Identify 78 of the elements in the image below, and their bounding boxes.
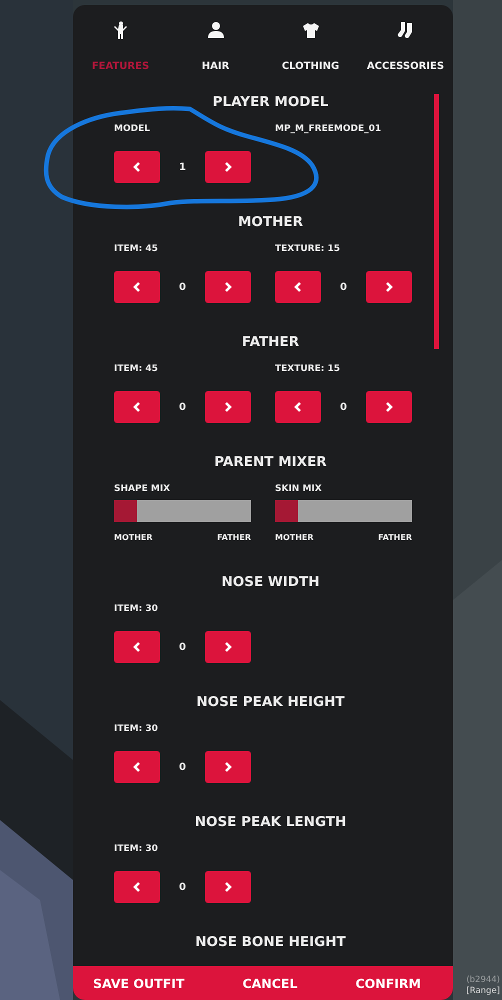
tab[interactable]: HAIR	[168, 21, 263, 72]
chevron-left-icon	[132, 762, 142, 772]
value-text: 0	[339, 402, 348, 412]
footer-button[interactable]: CONFIRM	[355, 976, 421, 990]
section-title: PARENT MIXER	[213, 453, 328, 472]
field-label: ITEM: 45	[114, 243, 159, 256]
next-button[interactable]	[205, 151, 251, 183]
value-text: 0	[178, 282, 187, 292]
chevron-left-icon	[132, 882, 142, 892]
value-text: 0	[178, 882, 187, 892]
chevron-right-icon	[223, 282, 233, 292]
next-button[interactable]	[366, 271, 412, 303]
section-title: NOSE PEAK LENGTH	[194, 813, 348, 832]
chevron-right-icon	[223, 882, 233, 892]
footer-button[interactable]: SAVE OUTFIT	[93, 976, 184, 990]
section-title: MOTHER	[236, 213, 304, 232]
value-text: 0	[178, 762, 187, 772]
section-title: NOSE WIDTH	[220, 573, 321, 592]
chevron-right-icon	[223, 402, 233, 412]
value-text: 1	[178, 162, 187, 172]
slider-track[interactable]	[114, 500, 251, 522]
previous-button[interactable]	[114, 271, 160, 303]
chevron-right-icon	[223, 642, 233, 652]
next-button[interactable]	[205, 871, 251, 903]
t-shirt-icon	[302, 21, 320, 39]
end-label: MOTHER	[114, 532, 153, 544]
field-label: TEXTURE: 15	[275, 243, 342, 256]
section-title: NOSE BONE HEIGHT	[194, 933, 347, 952]
section-title: PLAYER MODEL	[212, 93, 330, 112]
field-label: ITEM: 45	[114, 363, 159, 376]
tab[interactable]: CLOTHING	[263, 21, 358, 72]
chevron-left-icon	[132, 642, 142, 652]
socks-icon	[396, 21, 414, 39]
figure-icon	[112, 21, 130, 39]
chevron-right-icon	[384, 282, 394, 292]
slider-label: SHAPE MIX	[114, 483, 172, 496]
value-text: 0	[339, 282, 348, 292]
value-text: 0	[178, 642, 187, 652]
end-label: MOTHER	[275, 532, 314, 544]
next-button[interactable]	[205, 391, 251, 423]
chevron-left-icon	[132, 162, 142, 172]
chevron-right-icon	[223, 762, 233, 772]
tab[interactable]: ACCESSORIES	[358, 21, 453, 72]
person-icon	[206, 21, 224, 39]
tag-text: [Range]	[466, 986, 500, 996]
build-text: (b2944)	[466, 975, 500, 985]
field-label: ITEM: 30	[114, 603, 159, 616]
field-label: MP_M_FREEMODE_01	[275, 123, 382, 136]
end-label: FATHER	[217, 532, 251, 544]
chevron-left-icon	[132, 402, 142, 412]
previous-button[interactable]	[114, 391, 160, 423]
chevron-left-icon	[132, 282, 142, 292]
field-label: ITEM: 30	[114, 843, 159, 856]
scrollbar[interactable]	[434, 94, 439, 349]
field-label: TEXTURE: 15	[275, 363, 342, 376]
previous-button[interactable]	[114, 871, 160, 903]
chevron-right-icon	[223, 162, 233, 172]
slider-track[interactable]	[275, 500, 412, 522]
next-button[interactable]	[205, 271, 251, 303]
previous-button[interactable]	[275, 271, 321, 303]
chevron-left-icon	[293, 402, 303, 412]
previous-button[interactable]	[275, 391, 321, 423]
previous-button[interactable]	[114, 631, 160, 663]
previous-button[interactable]	[114, 751, 160, 783]
next-button[interactable]	[205, 631, 251, 663]
field-label: MODEL	[114, 123, 151, 136]
end-label: FATHER	[378, 532, 412, 544]
next-button[interactable]	[205, 751, 251, 783]
next-button[interactable]	[366, 391, 412, 423]
value-text: 0	[178, 402, 187, 412]
footer-button[interactable]: CANCEL	[242, 976, 298, 990]
field-label: ITEM: 30	[114, 723, 159, 736]
section-title: FATHER	[240, 333, 300, 352]
section-title: NOSE PEAK HEIGHT	[195, 693, 346, 712]
chevron-left-icon	[293, 282, 303, 292]
chevron-right-icon	[384, 402, 394, 412]
slider-label: SKIN MIX	[275, 483, 323, 496]
previous-button[interactable]	[114, 151, 160, 183]
